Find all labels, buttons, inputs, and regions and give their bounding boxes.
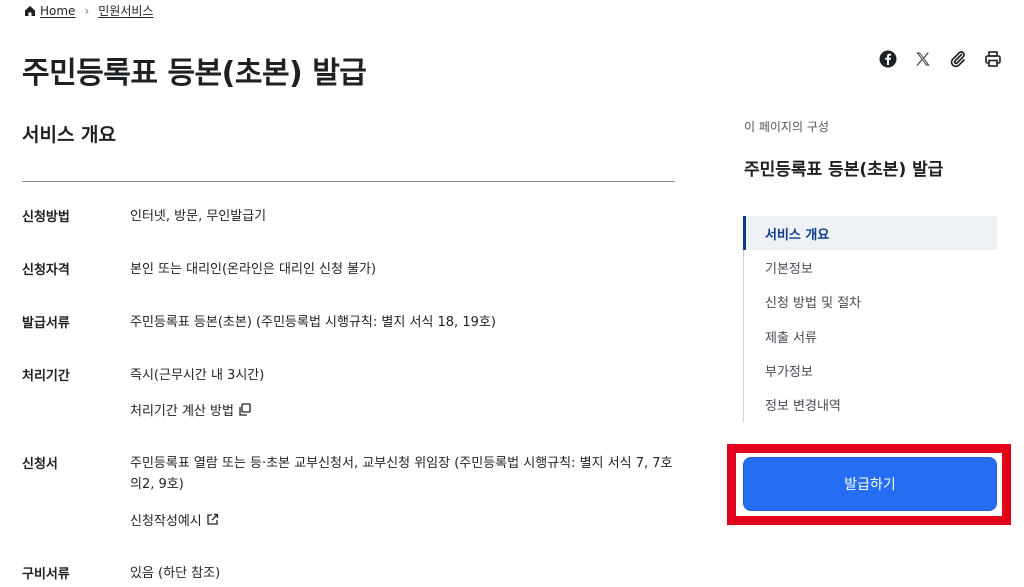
link-icon[interactable] xyxy=(949,50,967,68)
breadcrumb-current-link[interactable]: 민원서비스 xyxy=(98,2,153,19)
home-icon xyxy=(24,5,36,17)
row-value: 주민등록표 열람 또는 등·초본 교부신청서, 교부신청 위임장 (주민등록법 … xyxy=(130,456,673,492)
print-icon[interactable] xyxy=(984,50,1002,68)
toc-caption: 이 페이지의 구성 xyxy=(744,120,829,134)
copy-icon xyxy=(238,403,251,416)
row-value: 있음 (하단 참조) xyxy=(130,566,221,581)
toc-item-change-history[interactable]: 정보 변경내역 xyxy=(744,387,997,421)
facebook-icon[interactable] xyxy=(879,50,897,68)
toc-item-additional-info[interactable]: 부가정보 xyxy=(744,353,997,387)
toc-item-application-process[interactable]: 신청 방법 및 절차 xyxy=(744,285,997,319)
row-value: 주민등록표 등본(초본) (주민등록법 시행규칙: 별지 서식 18, 19호) xyxy=(130,315,496,330)
toc-item-submission-documents[interactable]: 제출 서류 xyxy=(744,319,997,353)
toc-item-service-overview[interactable]: 서비스 개요 xyxy=(743,216,997,251)
share-toolbar xyxy=(879,50,1002,68)
form-example-link-text: 신청작성예시 xyxy=(130,514,202,529)
section-divider xyxy=(22,181,675,182)
row-label: 처리기간 xyxy=(22,369,70,384)
breadcrumb: Home › 민원서비스 xyxy=(24,2,153,19)
row-value: 인터넷, 방문, 무인발급기 xyxy=(130,209,267,224)
page-title: 주민등록표 등본(초본) 발급 xyxy=(22,56,367,91)
period-calc-link-text: 처리기간 계산 방법 xyxy=(130,404,234,419)
row-label: 신청자격 xyxy=(22,263,70,278)
row-label: 발급서류 xyxy=(22,316,70,331)
row-label: 구비서류 xyxy=(22,567,70,582)
row-label: 신청방법 xyxy=(22,210,70,225)
breadcrumb-home-link[interactable]: Home xyxy=(40,4,75,18)
chevron-right-icon: › xyxy=(84,3,90,18)
section-title: 서비스 개요 xyxy=(22,124,117,146)
row-label: 신청서 xyxy=(22,457,58,472)
row-value: 즉시(근무시간 내 3시간) xyxy=(130,368,265,383)
toc-item-basic-info[interactable]: 기본정보 xyxy=(744,250,997,284)
period-calc-link[interactable]: 처리기간 계산 방법 xyxy=(130,400,251,419)
row-value: 본인 또는 대리인(온라인은 대리인 신청 불가) xyxy=(130,262,377,277)
toc-title: 주민등록표 등본(초본) 발급 xyxy=(744,160,944,180)
x-icon[interactable] xyxy=(914,50,932,68)
toc-list: 서비스 개요 기본정보 신청 방법 및 절차 제출 서류 부가정보 정보 변경내… xyxy=(743,216,997,422)
external-link-icon xyxy=(206,513,219,526)
form-example-link[interactable]: 신청작성예시 xyxy=(130,510,219,529)
issue-button[interactable]: 발급하기 xyxy=(743,457,997,511)
